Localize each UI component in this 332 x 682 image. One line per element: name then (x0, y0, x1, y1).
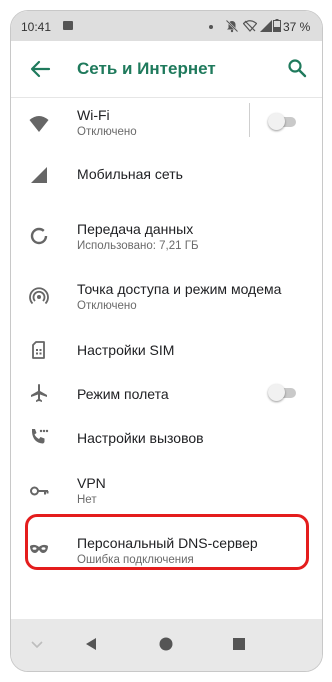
settings-item-title: Мобильная сеть (77, 166, 183, 182)
settings-item-title: Настройки вызовов (77, 430, 204, 446)
settings-item-subtitle: Нет (77, 494, 97, 506)
vpn-key-icon (30, 486, 49, 496)
recents-square-icon[interactable] (231, 636, 247, 652)
app-bar: Сеть и Интернет (11, 41, 322, 98)
status-bar: 10:41 37 % (11, 11, 322, 41)
device-frame: 10:41 37 % Сеть и Интернет Wi-Fi Отключе… (10, 10, 323, 672)
navigation-bar (11, 619, 322, 671)
signal-icon (260, 20, 272, 32)
settings-item-vpn[interactable]: VPN Нет (11, 461, 322, 511)
settings-item-title: VPN (77, 475, 106, 491)
call-settings-icon (32, 429, 49, 444)
page-title: Сеть и Интернет (77, 59, 216, 78)
toggle-thumb (268, 384, 285, 401)
settings-item-title: Настройки SIM (77, 342, 175, 358)
back-arrow-icon[interactable] (29, 59, 51, 79)
wifi-icon (29, 116, 49, 132)
chevron-down-icon[interactable] (29, 636, 45, 652)
wifi-toggle[interactable] (268, 113, 298, 130)
battery-percent: 37 % (283, 20, 311, 34)
airplane-mode-toggle[interactable] (268, 384, 298, 401)
settings-item-mobile-network[interactable]: Мобильная сеть (11, 153, 322, 193)
settings-item-title: Точка доступа и режим модема (77, 281, 282, 297)
settings-item-subtitle: Отключено (77, 126, 137, 138)
settings-item-subtitle: Отключено (77, 300, 137, 312)
settings-item-hotspot[interactable]: Точка доступа и режим модема Отключено (11, 267, 322, 317)
dot-icon (209, 25, 213, 29)
image-icon (63, 21, 73, 30)
sim-card-icon (32, 341, 45, 359)
settings-item-sim[interactable]: Настройки SIM (11, 329, 322, 369)
phone-screen: 10:41 37 % Сеть и Интернет Wi-Fi Отключе… (0, 0, 332, 682)
wifi-off-icon (243, 20, 257, 32)
search-icon[interactable] (287, 58, 307, 78)
back-triangle-icon[interactable] (83, 636, 99, 652)
home-circle-icon[interactable] (158, 636, 174, 652)
toggle-thumb (268, 113, 285, 130)
airplane-icon (31, 384, 47, 402)
divider (249, 103, 250, 137)
settings-item-title: Режим полета (77, 386, 169, 402)
settings-item-call-settings[interactable]: Настройки вызовов (11, 417, 322, 457)
settings-item-title: Wi-Fi (77, 107, 110, 123)
status-time: 10:41 (21, 20, 52, 34)
data-usage-icon (30, 227, 48, 245)
cellular-icon (31, 167, 47, 183)
bell-off-icon (225, 19, 239, 33)
settings-item-title: Передача данных (77, 221, 194, 237)
hotspot-icon (29, 287, 49, 305)
battery-icon (273, 19, 281, 32)
highlight-box (25, 514, 309, 570)
settings-item-subtitle: Использовано: 7,21 ГБ (77, 240, 199, 252)
settings-item-data-usage[interactable]: Передача данных Использовано: 7,21 ГБ (11, 207, 322, 257)
